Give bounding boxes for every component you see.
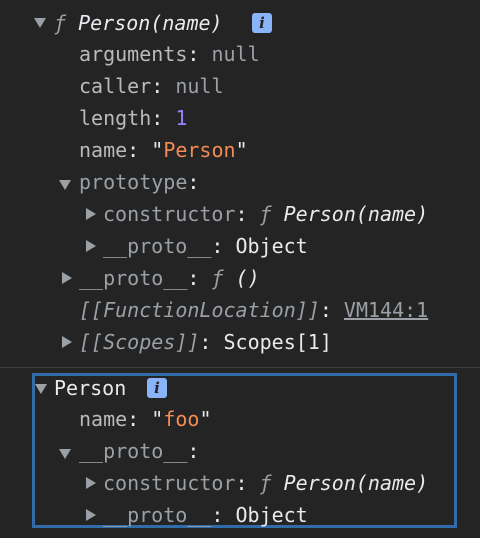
property-key: prototype bbox=[79, 170, 188, 194]
property-name: name: "foo" bbox=[79, 407, 212, 431]
property-key: constructor bbox=[103, 471, 236, 495]
property-value: null bbox=[211, 42, 260, 66]
property-key: [[FunctionLocation]] bbox=[79, 298, 320, 322]
property-key: caller bbox=[79, 74, 152, 98]
property-key: length bbox=[79, 106, 152, 130]
function-signature: Person(name) bbox=[78, 11, 223, 35]
property-value: foo bbox=[163, 407, 200, 431]
property-value: Object bbox=[235, 234, 308, 258]
property-key: [[Scopes]] bbox=[79, 330, 200, 354]
property-constructor[interactable]: constructor: ƒ Person(name) bbox=[103, 198, 428, 230]
collapse-arrow-icon[interactable] bbox=[86, 477, 96, 489]
property-value: Person bbox=[163, 138, 236, 162]
property-value: Person(name) bbox=[283, 471, 429, 495]
property-scopes[interactable]: [[Scopes]]: Scopes[1] bbox=[79, 326, 332, 358]
source-link[interactable]: VM144:1 bbox=[344, 298, 428, 322]
property-key: __proto__ bbox=[103, 503, 212, 527]
property-value: () bbox=[235, 266, 260, 290]
property-value: Person(name) bbox=[283, 202, 429, 226]
expand-arrow-icon[interactable] bbox=[35, 384, 47, 394]
property-length: length: 1 bbox=[79, 106, 188, 130]
property-proto[interactable]: __proto__: ƒ () bbox=[79, 262, 260, 294]
function-symbol: ƒ bbox=[54, 11, 67, 35]
property-key: __proto__ bbox=[79, 266, 188, 290]
property-arguments: arguments: null bbox=[79, 42, 260, 66]
object-label: Person bbox=[54, 376, 127, 400]
property-key: name bbox=[79, 138, 128, 162]
collapse-arrow-icon[interactable] bbox=[86, 509, 96, 521]
property-key: arguments bbox=[79, 42, 188, 66]
property-proto[interactable]: __proto__: Object bbox=[103, 230, 308, 262]
collapse-arrow-icon[interactable] bbox=[62, 336, 72, 348]
function-symbol: ƒ bbox=[259, 202, 272, 226]
property-key: __proto__ bbox=[103, 234, 212, 258]
expand-arrow-icon[interactable] bbox=[59, 180, 71, 190]
info-icon[interactable]: i bbox=[252, 13, 272, 33]
collapse-arrow-icon[interactable] bbox=[86, 240, 96, 252]
object-person-node[interactable]: Person bbox=[54, 372, 126, 404]
property-key: constructor bbox=[103, 202, 236, 226]
property-proto[interactable]: __proto__: Object bbox=[103, 499, 308, 531]
collapse-arrow-icon[interactable] bbox=[62, 272, 72, 284]
function-symbol: ƒ bbox=[211, 266, 224, 290]
property-value: 1 bbox=[175, 106, 188, 130]
collapse-arrow-icon[interactable] bbox=[86, 208, 96, 220]
expand-arrow-icon[interactable] bbox=[34, 18, 46, 28]
property-value: Object bbox=[235, 503, 308, 527]
property-key: __proto__ bbox=[79, 439, 188, 463]
divider bbox=[0, 367, 480, 368]
info-icon[interactable]: i bbox=[147, 378, 167, 398]
property-value: null bbox=[175, 74, 224, 98]
property-caller: caller: null bbox=[79, 74, 224, 98]
property-function-location: [[FunctionLocation]]: VM144:1 bbox=[79, 298, 429, 322]
property-name: name: "Person" bbox=[79, 138, 248, 162]
function-person-node[interactable]: ƒ Person(name) bbox=[54, 7, 223, 39]
property-constructor[interactable]: constructor: ƒ Person(name) bbox=[103, 467, 428, 499]
function-symbol: ƒ bbox=[259, 471, 272, 495]
property-value: Scopes[1] bbox=[223, 330, 332, 354]
property-key: name bbox=[79, 407, 128, 431]
property-prototype[interactable]: prototype: bbox=[79, 166, 199, 198]
property-proto[interactable]: __proto__: bbox=[79, 435, 199, 467]
expand-arrow-icon[interactable] bbox=[59, 449, 71, 459]
